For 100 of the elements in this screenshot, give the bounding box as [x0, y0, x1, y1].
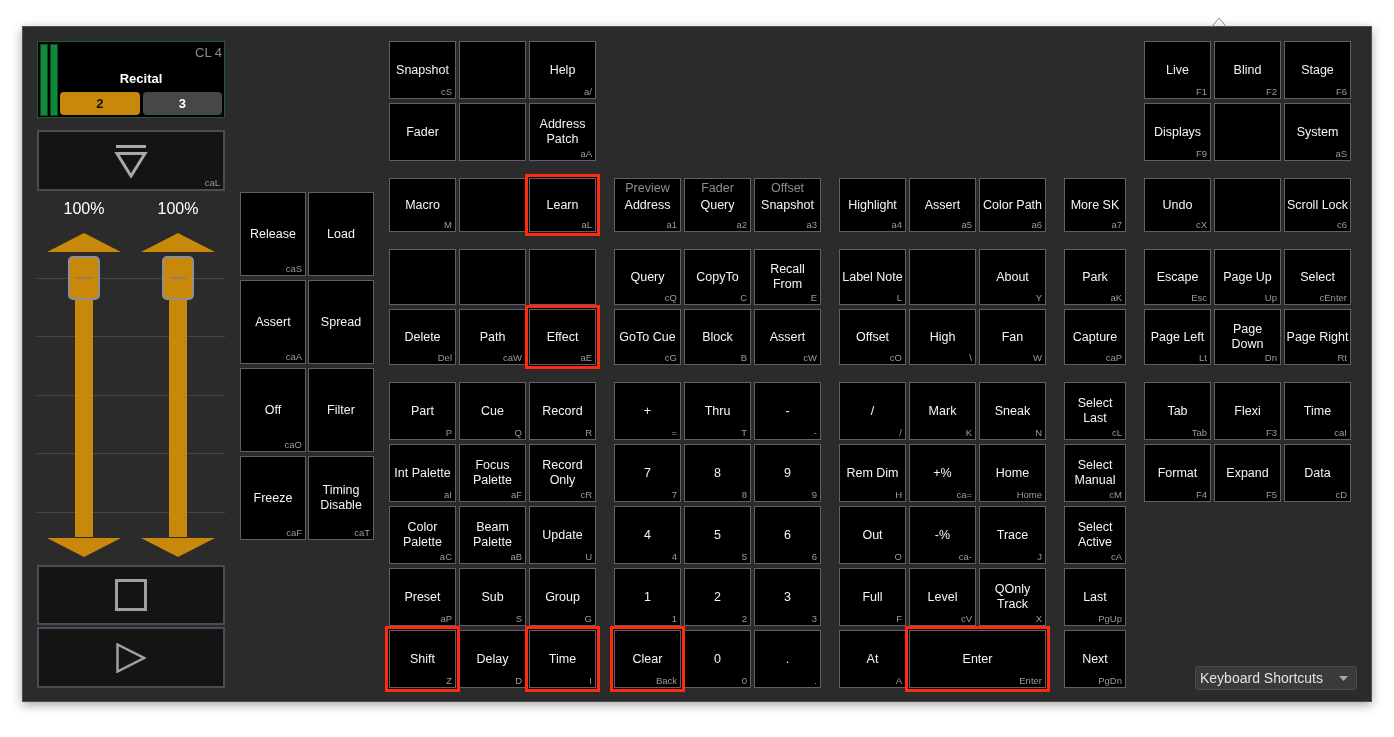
key-button[interactable]: Record R — [529, 382, 596, 440]
key-button[interactable]: Enter Enter — [905, 626, 1050, 692]
blank-key[interactable] — [1214, 103, 1281, 161]
key-button[interactable]: Thru T — [684, 382, 751, 440]
key-button[interactable]: Update U — [529, 506, 596, 564]
key-button[interactable]: Page Up Up — [1214, 249, 1281, 305]
stop-button[interactable] — [37, 565, 225, 625]
key-button[interactable]: Beam Palette aB — [459, 506, 526, 564]
key-button[interactable]: Escape Esc — [1144, 249, 1211, 305]
key-button[interactable]: Macro M — [389, 178, 456, 232]
key-button[interactable]: Off caO — [240, 368, 306, 452]
key-button[interactable]: Page Down Dn — [1214, 309, 1281, 365]
key-button[interactable]: Fader — [389, 103, 456, 161]
key-button[interactable]: Tab Tab — [1144, 382, 1211, 440]
key-button[interactable]: At A — [839, 630, 906, 688]
key-button[interactable]: Release caS — [240, 192, 306, 276]
key-button[interactable]: Delete Del — [389, 309, 456, 365]
key-button[interactable]: + = — [614, 382, 681, 440]
key-button[interactable]: Assert cW — [754, 309, 821, 365]
key-button[interactable]: Label Note L — [839, 249, 906, 305]
key-button[interactable]: Preview Address a1 — [614, 178, 681, 232]
fader-track[interactable] — [161, 256, 195, 537]
key-button[interactable]: Park aK — [1064, 249, 1126, 305]
key-button[interactable]: Stage F6 — [1284, 41, 1351, 99]
key-button[interactable]: Address Patch aA — [529, 103, 596, 161]
key-button[interactable]: Timing Disable caT — [308, 456, 374, 540]
key-button[interactable]: Int Palette aI — [389, 444, 456, 502]
page-button[interactable]: 3 — [142, 92, 222, 115]
blank-key[interactable] — [459, 41, 526, 99]
key-button[interactable]: 2 2 — [684, 568, 751, 626]
key-button[interactable]: Delay D — [459, 630, 526, 688]
key-button[interactable]: Format F4 — [1144, 444, 1211, 502]
key-button[interactable]: Data cD — [1284, 444, 1351, 502]
key-button[interactable]: Clear Back — [610, 626, 685, 692]
key-button[interactable]: Undo cX — [1144, 178, 1211, 232]
key-button[interactable]: Color Path a6 — [979, 178, 1046, 232]
key-button[interactable]: Page Right Rt — [1284, 309, 1351, 365]
fader-thumb[interactable] — [68, 256, 100, 300]
key-button[interactable]: Record Only cR — [529, 444, 596, 502]
key-button[interactable]: Home Home — [979, 444, 1046, 502]
key-button[interactable]: Live F1 — [1144, 41, 1211, 99]
key-button[interactable]: Time caI — [1284, 382, 1351, 440]
down-triangle-icon[interactable] — [47, 538, 121, 557]
blank-key[interactable] — [459, 103, 526, 161]
key-button[interactable]: 1 1 — [614, 568, 681, 626]
key-button[interactable]: Rem Dim H — [839, 444, 906, 502]
key-button[interactable]: Highlight a4 — [839, 178, 906, 232]
key-button[interactable]: Focus Palette aF — [459, 444, 526, 502]
key-button[interactable]: -% ca- — [909, 506, 976, 564]
fader-thumb[interactable] — [162, 256, 194, 300]
key-button[interactable]: Mark K — [909, 382, 976, 440]
key-button[interactable]: Level cV — [909, 568, 976, 626]
key-button[interactable]: QOnly Track X — [979, 568, 1046, 626]
key-button[interactable]: 7 7 — [614, 444, 681, 502]
key-button[interactable]: 0 0 — [684, 630, 751, 688]
triangle-key[interactable]: caL — [37, 130, 225, 191]
key-button[interactable]: 8 8 — [684, 444, 751, 502]
key-button[interactable]: About Y — [979, 249, 1046, 305]
key-button[interactable]: Filter — [308, 368, 374, 452]
blank-key[interactable] — [389, 249, 456, 305]
key-button[interactable]: Offset Snapshot a3 — [754, 178, 821, 232]
blank-key[interactable] — [459, 178, 526, 232]
key-button[interactable]: 3 3 — [754, 568, 821, 626]
key-button[interactable]: Fan W — [979, 309, 1046, 365]
key-button[interactable]: GoTo Cue cG — [614, 309, 681, 365]
key-button[interactable]: +% ca= — [909, 444, 976, 502]
key-button[interactable]: Color Palette aC — [389, 506, 456, 564]
page-button[interactable]: 2 — [60, 92, 140, 115]
key-button[interactable]: Next PgDn — [1064, 630, 1126, 688]
key-button[interactable]: Scroll Lock c6 — [1284, 178, 1351, 232]
key-button[interactable]: Recall From E — [754, 249, 821, 305]
key-button[interactable]: Freeze caF — [240, 456, 306, 540]
key-button[interactable]: More SK a7 — [1064, 178, 1126, 232]
key-button[interactable]: Expand F5 — [1214, 444, 1281, 502]
key-button[interactable]: . . — [754, 630, 821, 688]
key-button[interactable]: Full F — [839, 568, 906, 626]
key-button[interactable]: 9 9 — [754, 444, 821, 502]
key-button[interactable]: Block B — [684, 309, 751, 365]
key-button[interactable]: 6 6 — [754, 506, 821, 564]
key-button[interactable]: High \ — [909, 309, 976, 365]
key-button[interactable]: Sub S — [459, 568, 526, 626]
blank-key[interactable] — [909, 249, 976, 305]
key-button[interactable]: Page Left Lt — [1144, 309, 1211, 365]
blank-key[interactable] — [529, 249, 596, 305]
key-button[interactable]: Capture caP — [1064, 309, 1126, 365]
key-button[interactable]: Select Manual cM — [1064, 444, 1126, 502]
key-button[interactable]: Fader Query a2 — [684, 178, 751, 232]
key-button[interactable]: Trace J — [979, 506, 1046, 564]
key-button[interactable]: Time I — [525, 626, 600, 692]
key-button[interactable]: Sneak N — [979, 382, 1046, 440]
key-button[interactable]: Last PgUp — [1064, 568, 1126, 626]
key-button[interactable]: Help a/ — [529, 41, 596, 99]
key-button[interactable]: Learn aL — [525, 174, 600, 236]
key-button[interactable]: Out O — [839, 506, 906, 564]
key-button[interactable]: Part P — [389, 382, 456, 440]
mode-dropdown[interactable]: Keyboard Shortcuts — [1195, 666, 1357, 690]
key-button[interactable]: Displays F9 — [1144, 103, 1211, 161]
key-button[interactable]: 5 5 — [684, 506, 751, 564]
key-button[interactable]: CopyTo C — [684, 249, 751, 305]
key-button[interactable]: Select cEnter — [1284, 249, 1351, 305]
